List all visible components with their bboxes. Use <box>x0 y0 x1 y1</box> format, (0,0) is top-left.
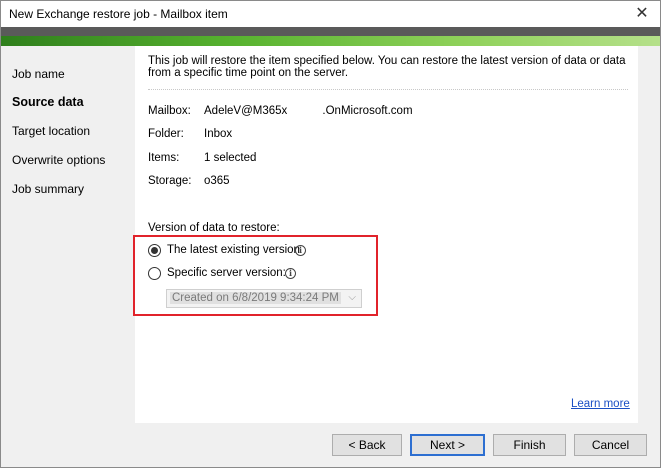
storage-label: Storage: <box>148 175 192 187</box>
header-band-dark <box>1 27 660 36</box>
folder-label: Folder: <box>148 128 184 140</box>
mailbox-value: AdeleV@M365x .OnMicrosoft.com <box>204 105 413 117</box>
specific-version-radio[interactable] <box>148 267 161 280</box>
content-panel: This job will restore the item specified… <box>133 46 638 423</box>
folder-value: Inbox <box>204 128 233 140</box>
info-icon[interactable]: i <box>285 268 296 279</box>
sidebar-item-overwrite-options[interactable]: Overwrite options <box>12 153 105 167</box>
sidebar-item-target-location[interactable]: Target location <box>12 124 90 138</box>
sidebar-item-source-data[interactable]: Source data <box>12 95 84 109</box>
storage-value: o365 <box>204 175 230 187</box>
dropdown-value: Created on 6/8/2019 9:34:24 PM <box>170 292 341 304</box>
cancel-button[interactable]: Cancel <box>574 434 647 456</box>
latest-version-label[interactable]: The latest existing version <box>167 244 300 256</box>
title-bar: New Exchange restore job - Mailbox item … <box>1 1 660 27</box>
server-version-dropdown[interactable]: Created on 6/8/2019 9:34:24 PM ⌵ <box>166 289 362 308</box>
specific-version-label[interactable]: Specific server version: <box>167 267 286 279</box>
dialog-window: New Exchange restore job - Mailbox item … <box>0 0 661 468</box>
sidebar-item-job-name[interactable]: Job name <box>12 67 65 81</box>
latest-version-radio[interactable] <box>148 244 161 257</box>
items-value: 1 selected <box>204 152 257 164</box>
close-icon[interactable]: ✕ <box>632 4 652 24</box>
window-title: New Exchange restore job - Mailbox item <box>9 7 228 21</box>
next-button[interactable]: Next > <box>410 434 485 456</box>
finish-button[interactable]: Finish <box>493 434 566 456</box>
learn-more-link[interactable]: Learn more <box>571 398 630 410</box>
items-label: Items: <box>148 152 180 164</box>
back-button[interactable]: < Back <box>332 434 402 456</box>
intro-text: This job will restore the item specified… <box>148 55 626 79</box>
mailbox-label: Mailbox: <box>148 105 191 117</box>
info-icon[interactable]: i <box>295 245 306 256</box>
header-band-green <box>1 36 660 46</box>
chevron-down-icon: ⌵ <box>348 292 356 303</box>
divider <box>148 89 628 90</box>
version-label: Version of data to restore: <box>148 222 280 234</box>
sidebar-item-job-summary[interactable]: Job summary <box>12 182 84 196</box>
wizard-steps-sidebar: Job name Source data Target location Ove… <box>1 46 135 423</box>
